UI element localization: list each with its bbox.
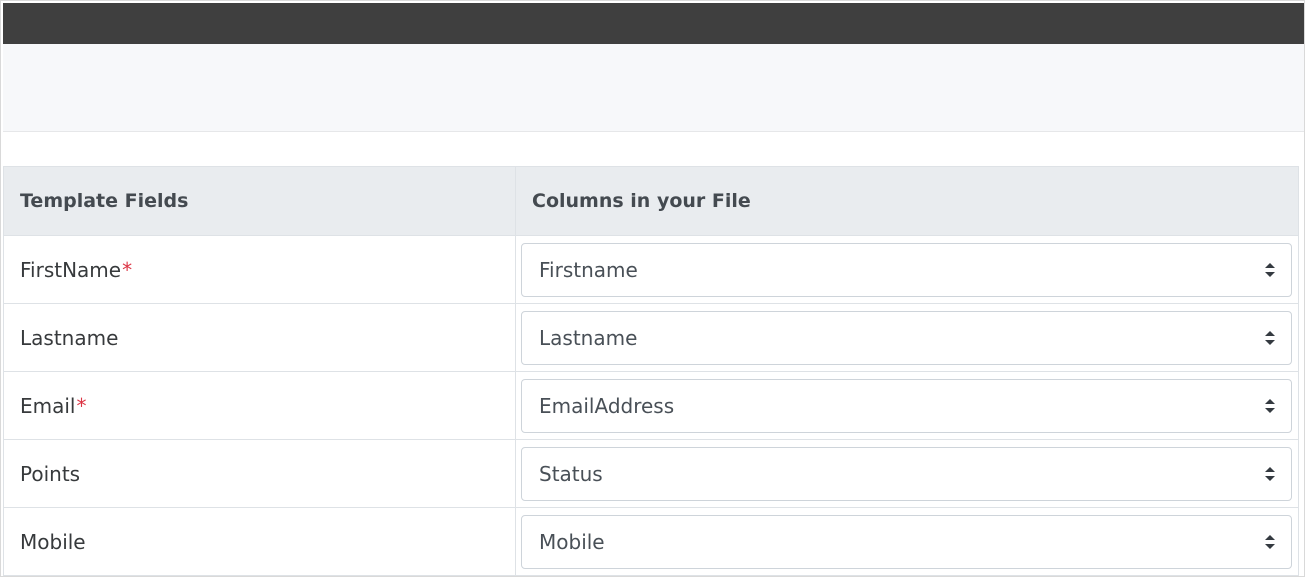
column-select-email[interactable]: EmailAddress <box>521 378 1292 433</box>
field-mapping-table: Template Fields Columns in your File Fir… <box>3 166 1299 576</box>
table-row: Lastname Lastname <box>3 303 1299 372</box>
page-frame: Template Fields Columns in your File Fir… <box>0 0 1305 577</box>
field-name-cell: FirstName* <box>3 235 516 304</box>
field-label: Mobile <box>20 529 86 554</box>
select-value: Lastname <box>539 325 638 350</box>
field-name-cell: Points <box>3 439 516 508</box>
header-columns-in-file: Columns in your File <box>515 166 1299 236</box>
column-select-cell: Status <box>515 439 1299 508</box>
table-header-row: Template Fields Columns in your File <box>3 166 1299 236</box>
sort-arrows-icon <box>1265 398 1275 413</box>
column-select-cell: Firstname <box>515 235 1299 304</box>
table-row: Mobile Mobile <box>3 507 1299 576</box>
select-value: EmailAddress <box>539 393 675 418</box>
field-name-cell: Mobile <box>3 507 516 576</box>
field-label: Points <box>20 461 81 486</box>
sub-header-area <box>3 44 1304 132</box>
column-select-cell: Mobile <box>515 507 1299 576</box>
field-label: FirstName <box>20 257 122 282</box>
column-select-points[interactable]: Status <box>521 446 1292 501</box>
required-marker: * <box>76 393 87 418</box>
column-select-cell: EmailAddress <box>515 371 1299 440</box>
table-row: Points Status <box>3 439 1299 508</box>
field-label: Lastname <box>20 325 119 350</box>
column-select-mobile[interactable]: Mobile <box>521 514 1292 569</box>
column-select-cell: Lastname <box>515 303 1299 372</box>
select-value: Firstname <box>539 257 638 282</box>
table-row: Email* EmailAddress <box>3 371 1299 440</box>
table-row: FirstName* Firstname <box>3 235 1299 304</box>
field-label: Email <box>20 393 76 418</box>
sort-arrows-icon <box>1265 330 1275 345</box>
column-select-firstname[interactable]: Firstname <box>521 242 1292 297</box>
field-name-cell: Email* <box>3 371 516 440</box>
sort-arrows-icon <box>1265 466 1275 481</box>
select-value: Status <box>539 461 603 486</box>
sort-arrows-icon <box>1265 534 1275 549</box>
required-marker: * <box>122 257 133 282</box>
column-select-lastname[interactable]: Lastname <box>521 310 1292 365</box>
header-template-fields: Template Fields <box>3 166 516 236</box>
field-name-cell: Lastname <box>3 303 516 372</box>
sort-arrows-icon <box>1265 262 1275 277</box>
top-navbar <box>3 3 1304 44</box>
select-value: Mobile <box>539 529 605 554</box>
